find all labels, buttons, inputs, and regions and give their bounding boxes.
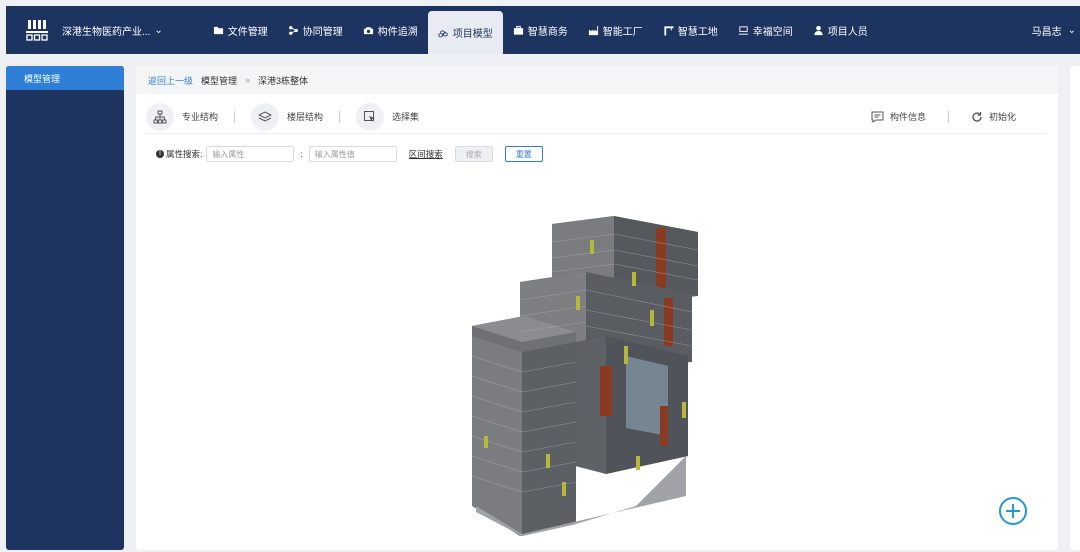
- selection-set-button[interactable]: 选择集: [356, 102, 420, 131]
- nav-label: 项目模型: [452, 29, 493, 40]
- colon-separator: :: [300, 149, 303, 159]
- project-selector[interactable]: 深港生物医药产业... ⌄: [62, 23, 163, 38]
- add-button[interactable]: [998, 496, 1028, 526]
- divider: [947, 110, 949, 123]
- attribute-value-input[interactable]: 输入属性值: [308, 146, 397, 162]
- floor-label: 楼层结构: [287, 112, 324, 122]
- toolbar-right-group: 构件信息 初始化: [871, 110, 1016, 123]
- selection-label: 选择集: [392, 112, 420, 122]
- hierarchy-icon: [146, 102, 174, 131]
- value-placeholder: 输入属性值: [314, 149, 355, 159]
- user-name: 马昌志: [1031, 26, 1062, 38]
- search-button[interactable]: 搜索: [454, 146, 493, 162]
- nav-label: 项目人员: [827, 26, 868, 38]
- nav-smart-business[interactable]: 智慧商务: [503, 11, 578, 49]
- chevron-down-icon: ⌄: [154, 24, 163, 36]
- back-link[interactable]: 返回上一级: [148, 74, 193, 87]
- nav-collaboration[interactable]: 协同管理: [278, 11, 353, 49]
- refresh-icon: [972, 111, 982, 122]
- chevron-down-icon: ⌄: [1067, 24, 1076, 36]
- nav-label: 构件追溯: [377, 26, 418, 38]
- 3d-model-viewer[interactable]: [436, 206, 736, 550]
- nav-label: 文件管理: [227, 26, 268, 38]
- search-button-label: 搜索: [465, 149, 482, 159]
- reset-view-label: 初始化: [988, 112, 1016, 122]
- main-nav: 文件管理 协同管理 构件追溯 项目模型 智慧商务 智能工厂 智慧工地 幸福空间: [203, 11, 878, 54]
- reset-button-label: 重置: [515, 149, 532, 159]
- nav-project-model[interactable]: 项目模型: [427, 11, 503, 54]
- attribute-input[interactable]: 输入属性: [206, 146, 295, 162]
- model-toolbar: 专业结构 楼层结构 选择集 构件信息 初始化: [146, 100, 1046, 134]
- nav-component-trace[interactable]: 构件追溯: [353, 11, 428, 49]
- specialty-label: 专业结构: [182, 112, 219, 122]
- briefcase-icon: [513, 25, 523, 35]
- nav-happy-space[interactable]: 幸福空间: [728, 11, 803, 49]
- nav-label: 幸福空间: [752, 26, 793, 38]
- breadcrumb: 返回上一级 模型管理 » 深港3栋整体: [136, 66, 1058, 94]
- breadcrumb-current: 深港3栋整体: [258, 75, 309, 86]
- reset-view-button[interactable]: 初始化: [971, 110, 1016, 123]
- nav-file-management[interactable]: 文件管理: [203, 11, 278, 49]
- sidebar-item-label: 模型管理: [24, 73, 61, 84]
- divider: [234, 110, 236, 123]
- company-logo[interactable]: [20, 15, 54, 45]
- sidebar-item-model-management[interactable]: 模型管理: [6, 66, 124, 90]
- component-info-button[interactable]: 构件信息: [871, 110, 926, 123]
- layers-icon: [251, 102, 280, 131]
- attribute-placeholder: 输入属性: [212, 149, 245, 159]
- breadcrumb-separator: »: [245, 75, 251, 85]
- crane-icon: [664, 25, 674, 36]
- nav-smart-site[interactable]: 智慧工地: [653, 11, 728, 49]
- project-name: 深港生物医药产业...: [62, 26, 151, 38]
- nav-label: 智能工厂: [602, 26, 643, 38]
- top-navigation-bar: 深港生物医药产业... ⌄ 文件管理 协同管理 构件追溯 项目模型 智慧商务 智…: [6, 6, 1080, 54]
- nav-project-members[interactable]: 项目人员: [803, 11, 878, 49]
- nav-label: 智慧商务: [527, 26, 568, 38]
- component-info-label: 构件信息: [889, 112, 926, 122]
- breadcrumb-parent[interactable]: 模型管理: [201, 74, 237, 87]
- share-icon: [288, 25, 298, 35]
- nav-label: 智慧工地: [677, 26, 718, 38]
- camera-icon: [363, 26, 373, 34]
- search-label: 属性搜索:: [166, 149, 203, 159]
- select-cursor-icon: [356, 102, 385, 131]
- plus-circle-icon: [999, 497, 1027, 525]
- person-icon: [814, 25, 823, 35]
- reset-button[interactable]: 重置: [504, 146, 543, 162]
- building-model-render: [471, 216, 699, 536]
- right-side-panel[interactable]: [1070, 66, 1080, 550]
- nav-smart-factory[interactable]: 智能工厂: [578, 11, 653, 49]
- message-icon: [871, 111, 884, 123]
- sidebar: 模型管理: [6, 66, 124, 550]
- user-menu[interactable]: 马昌志 ⌄: [1032, 23, 1076, 38]
- divider: [339, 110, 341, 123]
- floor-structure-button[interactable]: 楼层结构: [251, 102, 324, 131]
- main-content: 返回上一级 模型管理 » 深港3栋整体 专业结构 楼层结构 选择集 构件信息 初…: [136, 66, 1058, 550]
- nav-label: 协同管理: [302, 26, 343, 38]
- folder-icon: [213, 26, 223, 34]
- specialty-structure-button[interactable]: 专业结构: [146, 102, 219, 131]
- factory-icon: [588, 25, 598, 35]
- info-icon: !: [156, 150, 164, 158]
- range-search-link[interactable]: 区间搜索: [409, 148, 443, 160]
- space-icon: [738, 25, 748, 35]
- cubes-icon: [438, 30, 448, 38]
- attribute-search-row: ! 属性搜索: 输入属性 : 输入属性值 区间搜索 搜索 重置: [156, 146, 543, 162]
